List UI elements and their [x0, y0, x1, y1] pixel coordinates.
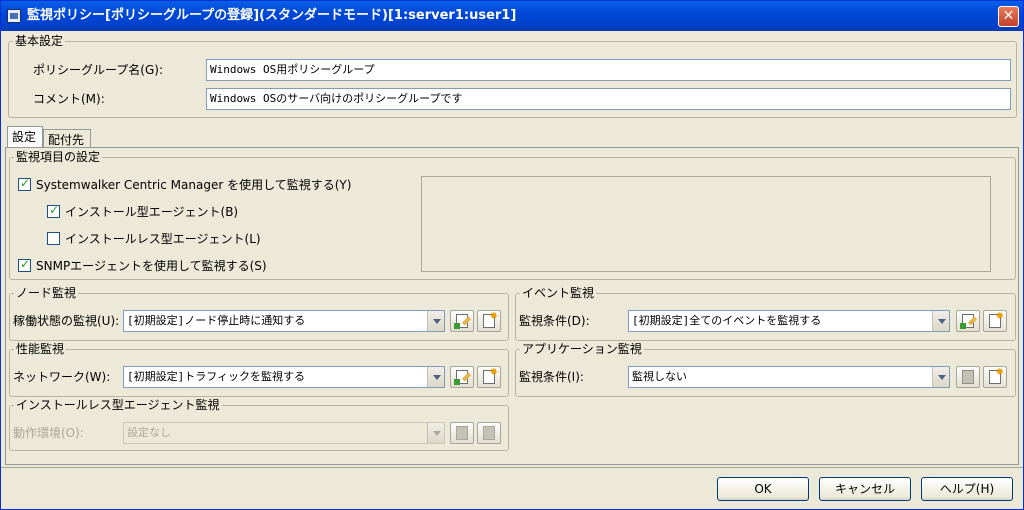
title-bar: 監視ポリシー[ポリシーグループの登録](スタンダードモード)[1:server1… [1, 1, 1023, 31]
node-monitor-new-button[interactable]: ✸ [477, 310, 501, 332]
edit-icon [456, 426, 468, 440]
green-mark-icon [960, 323, 966, 329]
star-icon: ✸ [489, 367, 498, 378]
perf-monitor-new-button[interactable]: ✸ [477, 366, 501, 388]
installless-agent-label: インストールレス型エージェント(L) [65, 232, 261, 246]
install-agent-label: インストール型エージェント(B) [65, 205, 239, 219]
installless-monitor-select: 設定なし [123, 422, 445, 444]
chevron-down-icon[interactable] [427, 367, 444, 387]
snmp-checkbox[interactable] [18, 257, 31, 272]
ok-button[interactable]: OK [717, 477, 809, 501]
chevron-down-icon[interactable] [932, 311, 949, 331]
installless-monitor-new-button [477, 422, 501, 444]
event-monitor-edit-button[interactable] [956, 310, 980, 332]
installless-monitor-label: 動作環境(O): [13, 426, 84, 440]
perf-monitor-label: ネットワーク(W): [13, 370, 111, 384]
chevron-down-icon [427, 423, 444, 443]
app-monitor-title: アプリケーション監視 [520, 342, 644, 356]
tab-settings[interactable]: 設定 [7, 126, 43, 148]
green-mark-icon [454, 323, 460, 329]
chevron-down-icon[interactable] [427, 311, 444, 331]
node-monitor-edit-button[interactable] [450, 310, 474, 332]
app-monitor-value: 監視しない [632, 370, 687, 383]
node-monitor-select[interactable]: [初期設定]ノード停止時に通知する [123, 310, 445, 332]
star-icon: ✸ [995, 311, 1004, 322]
star-icon: ✸ [995, 367, 1004, 378]
app-icon [7, 9, 21, 23]
install-agent-checkbox[interactable] [47, 203, 60, 218]
node-monitor-label: 稼働状態の監視(U): [13, 314, 120, 328]
installless-monitor-value: 設定なし [127, 426, 171, 439]
edit-icon [962, 370, 974, 384]
green-mark-icon [454, 379, 460, 385]
policy-group-name-label: ポリシーグループ名(G): [33, 63, 163, 77]
installless-monitor-edit-button [450, 422, 474, 444]
policy-group-name-input[interactable]: Windows OS用ポリシーグループ [206, 59, 1011, 81]
close-button[interactable]: ✕ [998, 6, 1019, 27]
event-monitor-title: イベント監視 [520, 286, 597, 300]
app-monitor-new-button[interactable]: ✸ [983, 366, 1007, 388]
description-pane [421, 176, 991, 272]
perf-monitor-edit-button[interactable] [450, 366, 474, 388]
snmp-label: SNMPエージェントを使用して監視する(S) [36, 259, 267, 273]
node-monitor-title: ノード監視 [14, 286, 79, 300]
systemwalker-label: Systemwalker Centric Manager を使用して監視する(Y… [36, 178, 352, 192]
app-monitor-edit-button[interactable] [956, 366, 980, 388]
installless-agent-checkbox[interactable] [47, 232, 60, 245]
monitor-items-title: 監視項目の設定 [14, 150, 103, 164]
button-bar-divider [1, 467, 1023, 468]
star-icon: ✸ [489, 311, 498, 322]
event-monitor-label: 監視条件(D): [519, 314, 590, 328]
systemwalker-checkbox[interactable] [18, 176, 31, 191]
cancel-button[interactable]: キャンセル [819, 477, 911, 501]
event-monitor-value: [初期設定]全てのイベントを監視する [632, 314, 822, 327]
chevron-down-icon[interactable] [932, 367, 949, 387]
app-monitor-select[interactable]: 監視しない [628, 366, 950, 388]
new-icon [483, 426, 495, 440]
basic-settings-title: 基本設定 [13, 34, 66, 48]
comment-label: コメント(M): [33, 92, 105, 106]
event-monitor-select[interactable]: [初期設定]全てのイベントを監視する [628, 310, 950, 332]
perf-monitor-title: 性能監視 [14, 342, 67, 356]
tab-distribution[interactable]: 配付先 [43, 129, 91, 148]
window-title: 監視ポリシー[ポリシーグループの登録](スタンダードモード)[1:server1… [27, 8, 517, 23]
help-button[interactable]: ヘルプ(H) [921, 477, 1013, 501]
comment-input[interactable]: Windows OSのサーバ向けのポリシーグループです [206, 88, 1011, 110]
installless-monitor-title: インストールレス型エージェント監視 [14, 398, 222, 412]
perf-monitor-select[interactable]: [初期設定]トラフィックを監視する [123, 366, 445, 388]
event-monitor-new-button[interactable]: ✸ [983, 310, 1007, 332]
app-monitor-label: 監視条件(I): [519, 370, 584, 384]
node-monitor-value: [初期設定]ノード停止時に通知する [127, 314, 306, 327]
perf-monitor-value: [初期設定]トラフィックを監視する [127, 370, 306, 383]
dialog-window: 監視ポリシー[ポリシーグループの登録](スタンダードモード)[1:server1… [0, 0, 1024, 510]
